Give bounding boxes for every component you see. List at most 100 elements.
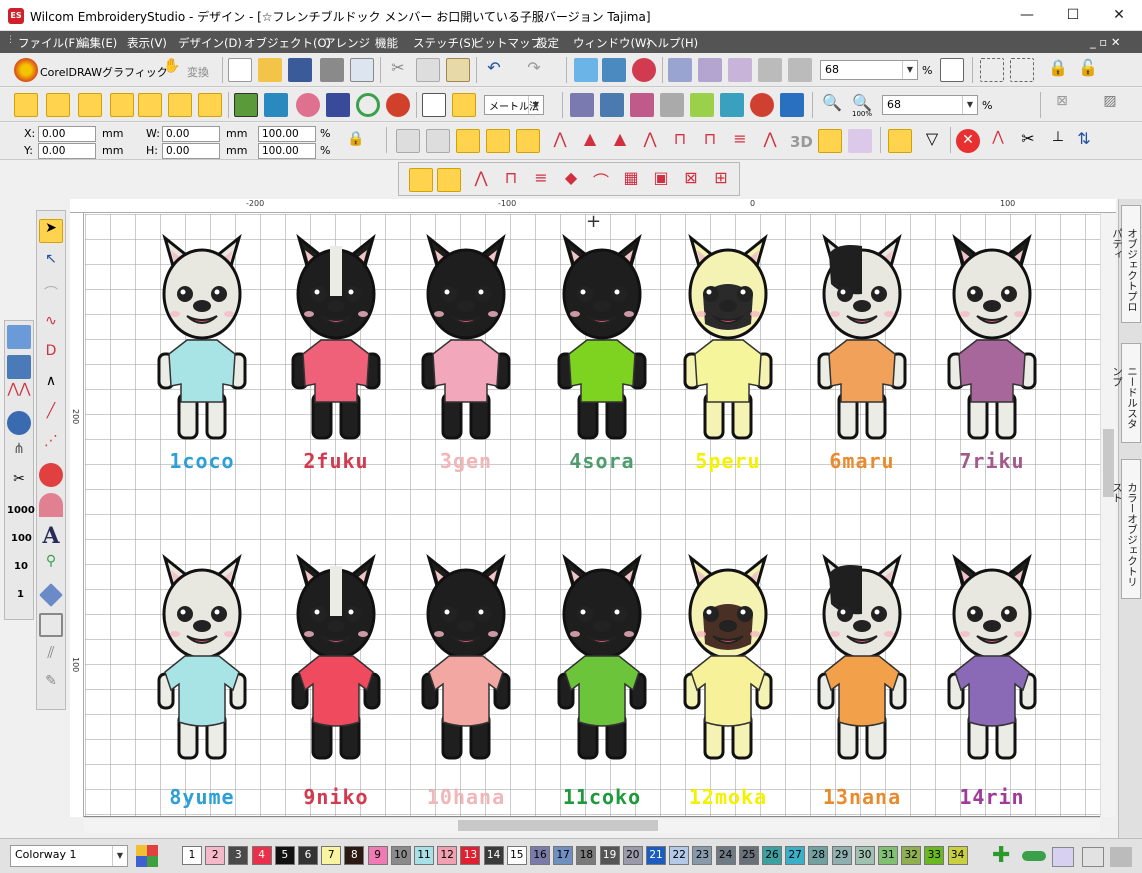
stamp-icon[interactable] [750, 93, 774, 117]
zoom-icon[interactable]: 🔍 [820, 93, 844, 117]
figure-icon[interactable] [326, 93, 350, 117]
dog-name-label[interactable]: 9niko [281, 785, 391, 809]
stitch-type-11[interactable]: ⊓ [698, 129, 722, 153]
d-icon[interactable]: D [39, 343, 63, 367]
shapes-icon[interactable] [264, 93, 288, 117]
fill-type-3[interactable]: ⋀ [469, 168, 493, 192]
dog-embroidery-row1-7[interactable] [937, 224, 1047, 449]
unlock-icon[interactable]: 🔓 [1076, 58, 1100, 82]
travel-10-label[interactable]: 10 [14, 561, 28, 572]
zigzag-icon[interactable]: ⋀⋀ [7, 381, 31, 405]
menu-object[interactable]: オブジェクト(O) [244, 35, 331, 51]
sequence-icon[interactable] [7, 325, 31, 349]
dog-name-label[interactable]: 3gen [411, 449, 521, 473]
fill-type-7[interactable]: ⌒ [589, 168, 613, 192]
color-swatch-13[interactable]: 13 [460, 846, 481, 865]
menu-design[interactable]: デザイン(D) [178, 35, 242, 51]
run-stitch-icon[interactable] [138, 93, 162, 117]
color-swatch-3[interactable]: 3 [228, 846, 249, 865]
stitch-list-icon[interactable] [660, 93, 684, 117]
dog-embroidery-row2-7[interactable] [937, 544, 1047, 769]
dog-embroidery-row1-4[interactable] [547, 224, 657, 449]
design-canvas[interactable]: 1coco 2fuku 3gen 4sora 5peru 6maru 7riku… [70, 199, 1116, 817]
menu-arrange[interactable]: アレンジ [324, 35, 370, 51]
fill-type-11[interactable]: ⊞ [709, 168, 733, 192]
fill-type-6[interactable]: ◆ [559, 168, 583, 192]
dog-embroidery-row1-3[interactable] [411, 224, 521, 449]
color-swatch-33[interactable]: 33 [924, 846, 945, 865]
redo-icon[interactable]: ↷ [522, 58, 546, 82]
stitch-type-12[interactable]: ≡ [728, 129, 752, 153]
dog-embroidery-row2-2[interactable] [281, 544, 391, 769]
properties-icon[interactable] [940, 58, 964, 82]
color-swatch-8[interactable]: 8 [344, 846, 365, 865]
zoom-combo-2[interactable]: 68 ▼ [882, 95, 978, 115]
color-swatch-27[interactable]: 27 [785, 846, 806, 865]
color-swatch-21[interactable]: 21 [646, 846, 666, 865]
print-preview-icon[interactable] [350, 58, 374, 82]
colorway-select[interactable]: Colorway 1 ▼ [10, 845, 128, 867]
dog-name-label[interactable]: 12moka [673, 785, 783, 809]
fill-type-10[interactable]: ⊠ [679, 168, 703, 192]
needle-icon[interactable] [690, 93, 714, 117]
knife-icon[interactable]: ⫽ [39, 643, 63, 667]
stitch-type-13[interactable]: ⋀ [758, 129, 782, 153]
color-swatch-17[interactable]: 17 [553, 846, 574, 865]
snap-grid-icon[interactable] [452, 93, 476, 117]
stitch-type-15[interactable] [848, 129, 872, 153]
select-arrow-icon[interactable]: ➤ [39, 219, 63, 243]
convert-label[interactable]: 変換 [187, 64, 209, 80]
palette-icon[interactable] [386, 93, 410, 117]
spool-icon[interactable] [7, 411, 31, 435]
stitch-type-9[interactable]: ⋀ [638, 129, 662, 153]
zoom-combo[interactable]: 68 ▼ [820, 60, 918, 80]
w-field[interactable]: 0.00 [162, 126, 220, 142]
stitch-type-7[interactable]: ▲ [578, 129, 602, 153]
dog-name-label[interactable]: 1coco [147, 449, 257, 473]
polyline-icon[interactable]: ⋰ [39, 433, 63, 457]
align-icon-2[interactable] [698, 58, 722, 82]
stitch-type-3[interactable] [456, 129, 480, 153]
color-picker-icon[interactable] [136, 845, 158, 867]
menu-bitmap[interactable]: ビットマップ [473, 35, 542, 51]
travel-1-label[interactable]: 1 [17, 589, 24, 600]
menu-stitch[interactable]: ステッチ(S) [413, 35, 475, 51]
color-swatch-19[interactable]: 19 [599, 846, 620, 865]
complex-fill-icon[interactable] [78, 93, 102, 117]
hoop-icon[interactable] [570, 93, 594, 117]
color-swatch-24[interactable]: 24 [715, 846, 736, 865]
people-icon[interactable] [720, 93, 744, 117]
group-icon[interactable] [1010, 58, 1034, 82]
scale-y-field[interactable]: 100.00 [258, 143, 316, 159]
color-swatch-4[interactable]: 4 [251, 846, 272, 865]
docker-icon[interactable] [780, 93, 804, 117]
color-swatch-28[interactable]: 28 [808, 846, 829, 865]
stitch-player-icon[interactable] [574, 58, 598, 82]
menu-edit[interactable]: 編集(E) [78, 35, 117, 51]
mdi-controls[interactable]: _ ▫ ✕ [1090, 35, 1121, 49]
monogram-icon[interactable]: ⚲ [39, 553, 63, 577]
stitch-type-8[interactable]: ▲ [608, 129, 632, 153]
input-a-icon[interactable] [14, 93, 38, 117]
frame-icon[interactable] [39, 613, 63, 637]
stitch-type-1[interactable] [396, 129, 420, 153]
stitch-type-14[interactable] [818, 129, 842, 153]
maximize-button[interactable]: ☐ [1050, 0, 1096, 31]
picture-icon[interactable] [234, 93, 258, 117]
needle-point-icon[interactable]: ▽ [920, 129, 944, 153]
fill-type-2[interactable] [437, 168, 461, 192]
menu-window[interactable]: ウィンドウ(W) [573, 35, 651, 51]
x-field[interactable]: 0.00 [38, 126, 96, 142]
travel-100-label[interactable]: 100 [11, 533, 32, 544]
dog-name-label[interactable]: 6maru [807, 449, 917, 473]
color-swatch-25[interactable]: 25 [738, 846, 759, 865]
fill-type-9[interactable]: ▣ [649, 168, 673, 192]
tab-object-properties[interactable]: オブジェクトプロパティ [1111, 205, 1141, 323]
horizontal-scrollbar[interactable] [84, 817, 1100, 833]
color-swatch-7[interactable]: 7 [321, 846, 342, 865]
updown-icon[interactable]: ⇅ [1072, 129, 1096, 153]
eyedropper-icon[interactable]: ✎ [39, 673, 63, 697]
select-box-icon[interactable] [980, 58, 1004, 82]
coreldraw-icon[interactable] [14, 58, 38, 82]
stop-icon[interactable] [7, 355, 31, 379]
